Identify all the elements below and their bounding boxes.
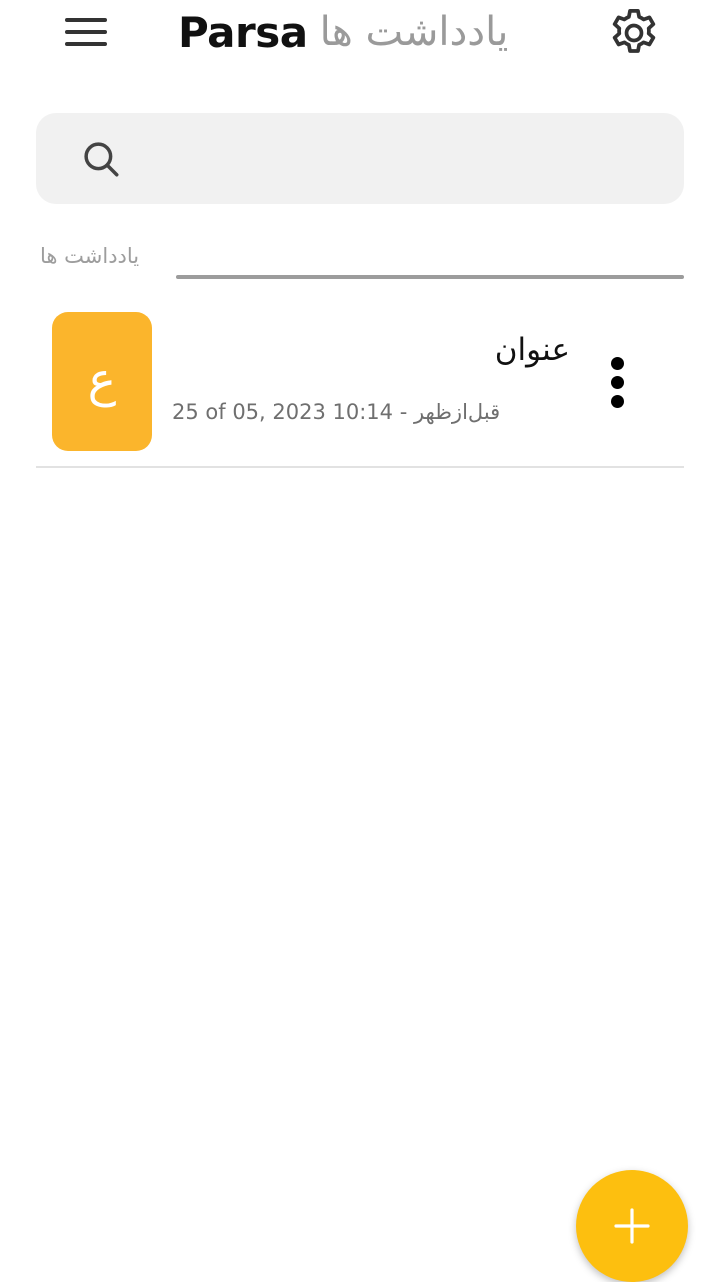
search-icon[interactable] — [80, 138, 122, 180]
section-divider — [176, 275, 684, 279]
list-divider — [36, 466, 684, 468]
app-brand: Parsa — [178, 7, 308, 57]
more-vertical-icon[interactable] — [602, 352, 632, 412]
notes-section-label: یادداشت ها — [40, 244, 140, 268]
add-note-button[interactable] — [576, 1170, 688, 1282]
list-item[interactable]: ع عنوان 25 of 05, 2023 10:14 - قبل‌ازظهر — [36, 300, 684, 468]
plus-icon — [614, 1208, 650, 1244]
gear-icon[interactable] — [606, 5, 662, 61]
search-input[interactable] — [135, 130, 659, 190]
note-title: عنوان — [494, 332, 570, 368]
note-avatar-letter: ع — [87, 351, 117, 408]
hamburger-menu-icon[interactable] — [60, 10, 112, 54]
page-title: Parsa یادداشت ها — [178, 4, 558, 60]
top-app-bar: Parsa یادداشت ها — [0, 0, 720, 70]
note-date: 25 of 05, 2023 10:14 - قبل‌ازظهر — [172, 400, 501, 424]
app-subtitle: یادداشت ها — [319, 9, 509, 55]
note-avatar: ع — [52, 312, 152, 451]
